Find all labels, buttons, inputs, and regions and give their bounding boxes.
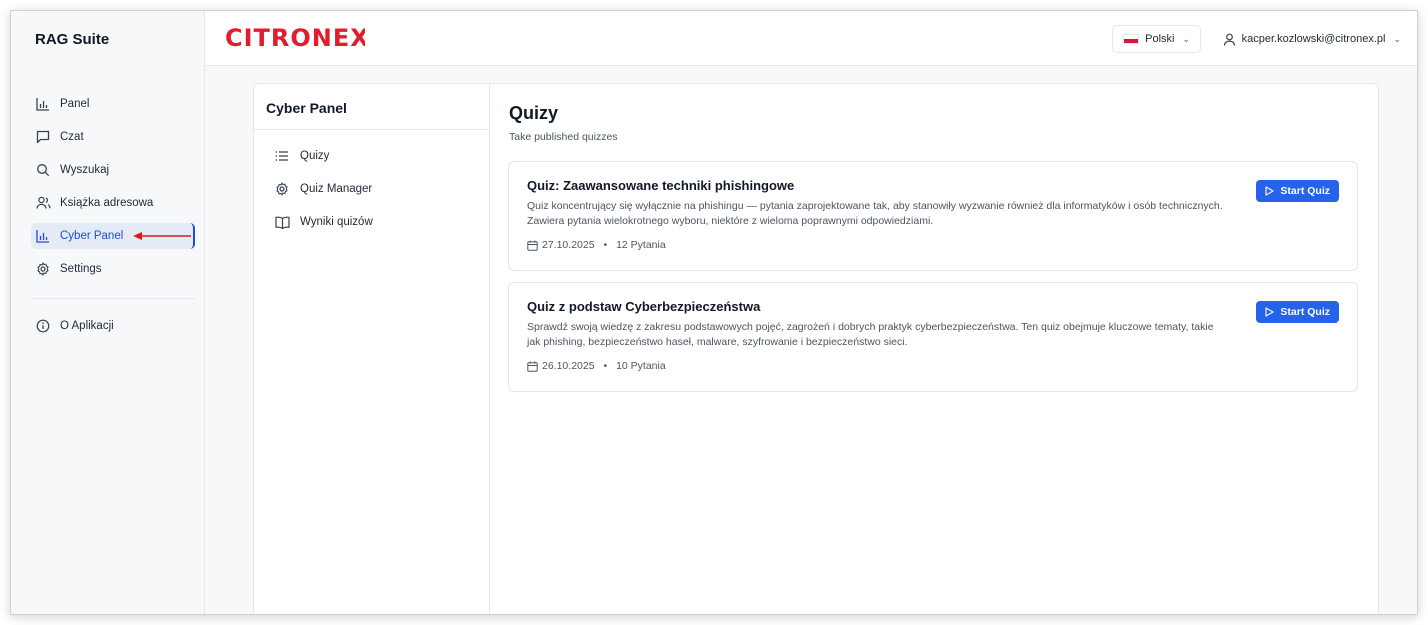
quiz-question-count: 12 Pytania bbox=[616, 239, 666, 251]
contacts-icon bbox=[35, 195, 51, 211]
meta-separator: • bbox=[603, 239, 608, 251]
sub-sidebar: Cyber Panel Quizy Quiz Manager Wyniki qu… bbox=[254, 84, 490, 614]
start-quiz-label: Start Quiz bbox=[1280, 306, 1330, 318]
quiz-meta: 26.10.2025 • 10 Pytania bbox=[527, 360, 666, 372]
sidebar-divider bbox=[31, 298, 195, 299]
quiz-date: 27.10.2025 bbox=[542, 239, 595, 251]
sub-item-label: Quizy bbox=[300, 150, 330, 162]
sub-item-wyniki-quizow[interactable]: Wyniki quizów bbox=[274, 212, 373, 232]
sidebar-item-czat[interactable]: Czat bbox=[31, 124, 195, 150]
sub-sidebar-title: Cyber Panel bbox=[266, 100, 347, 116]
quiz-meta: 27.10.2025 • 12 Pytania bbox=[527, 239, 666, 251]
sub-item-quizy[interactable]: Quizy bbox=[274, 146, 373, 166]
quiz-card: Quiz z podstaw Cyberbezpieczeństwa Spraw… bbox=[508, 282, 1358, 392]
app-name: RAG Suite bbox=[35, 31, 110, 48]
quiz-question-count: 10 Pytania bbox=[616, 360, 666, 372]
poland-flag-icon bbox=[1123, 34, 1140, 44]
language-select[interactable]: Polski ⌄ bbox=[1112, 25, 1201, 53]
calendar-icon bbox=[527, 361, 538, 372]
chat-icon bbox=[35, 129, 51, 145]
sidebar-item-ksiazka-adresowa[interactable]: Książka adresowa bbox=[31, 190, 195, 216]
sidebar: RAG Suite Panel Czat Wyszukaj Książka ad… bbox=[11, 11, 205, 614]
sidebar-item-label: Settings bbox=[60, 263, 102, 275]
sidebar-nav: Panel Czat Wyszukaj Książka adresowa Cyb… bbox=[31, 91, 195, 346]
main-panel: Quizy Take published quizzes Quiz: Zaawa… bbox=[490, 84, 1378, 614]
info-icon bbox=[35, 318, 51, 334]
annotation-arrow-icon bbox=[133, 232, 191, 240]
sidebar-item-label: Wyszukaj bbox=[60, 164, 110, 176]
brand-logo[interactable]: CITRONEX bbox=[225, 23, 365, 51]
list-icon bbox=[274, 148, 290, 164]
user-menu[interactable]: kacper.kozlowski@citronex.pl ⌄ bbox=[1223, 25, 1401, 53]
chevron-down-icon: ⌄ bbox=[1393, 33, 1401, 44]
quiz-title: Quiz: Zaawansowane techniki phishingowe bbox=[527, 178, 795, 193]
search-icon bbox=[35, 162, 51, 178]
chevron-down-icon: ⌄ bbox=[1182, 33, 1190, 44]
page-title: Quizy bbox=[509, 103, 559, 123]
sidebar-item-wyszukaj[interactable]: Wyszukaj bbox=[31, 157, 195, 183]
user-icon bbox=[1223, 33, 1236, 46]
gear-icon bbox=[274, 181, 290, 197]
sub-item-label: Quiz Manager bbox=[300, 183, 373, 195]
start-quiz-button[interactable]: Start Quiz bbox=[1256, 180, 1339, 202]
quiz-title: Quiz z podstaw Cyberbezpieczeństwa bbox=[527, 299, 761, 314]
quiz-card: Quiz: Zaawansowane techniki phishingowe … bbox=[508, 161, 1358, 271]
top-header: CITRONEX Polski ⌄ kacper.kozlowski@citro… bbox=[205, 11, 1417, 66]
calendar-icon bbox=[527, 240, 538, 251]
start-quiz-label: Start Quiz bbox=[1280, 185, 1330, 197]
user-email: kacper.kozlowski@citronex.pl bbox=[1241, 33, 1386, 45]
sidebar-item-cyber-panel[interactable]: Cyber Panel bbox=[31, 223, 195, 249]
page-subtitle: Take published quizzes bbox=[509, 131, 618, 143]
quiz-date: 26.10.2025 bbox=[542, 360, 595, 372]
app-window: RAG Suite Panel Czat Wyszukaj Książka ad… bbox=[10, 10, 1418, 615]
start-quiz-button[interactable]: Start Quiz bbox=[1256, 301, 1339, 323]
sidebar-item-label: O Aplikacji bbox=[60, 320, 114, 332]
bar-chart-icon bbox=[35, 96, 51, 112]
book-icon bbox=[274, 214, 290, 230]
play-icon bbox=[1265, 307, 1274, 317]
sub-item-quiz-manager[interactable]: Quiz Manager bbox=[274, 179, 373, 199]
meta-separator: • bbox=[603, 360, 608, 372]
quiz-description: Quiz koncentrujący się wyłącznie na phis… bbox=[527, 200, 1223, 227]
sidebar-item-o-aplikacji[interactable]: O Aplikacji bbox=[31, 313, 195, 339]
language-label: Polski bbox=[1145, 33, 1175, 45]
svg-text:CITRONEX: CITRONEX bbox=[225, 24, 365, 51]
bar-chart-icon bbox=[35, 228, 51, 244]
sidebar-item-label: Czat bbox=[60, 131, 84, 143]
play-icon bbox=[1265, 186, 1274, 196]
gear-icon bbox=[35, 261, 51, 277]
sub-sidebar-nav: Quizy Quiz Manager Wyniki quizów bbox=[274, 146, 373, 245]
sidebar-item-panel[interactable]: Panel bbox=[31, 91, 195, 117]
sidebar-item-label: Panel bbox=[60, 98, 90, 110]
sidebar-item-label: Książka adresowa bbox=[60, 197, 154, 209]
sidebar-item-settings[interactable]: Settings bbox=[31, 256, 195, 282]
sub-sidebar-divider bbox=[254, 129, 489, 130]
sidebar-item-label: Cyber Panel bbox=[60, 230, 124, 242]
content-card: Cyber Panel Quizy Quiz Manager Wyniki qu… bbox=[253, 83, 1379, 614]
quiz-description: Sprawdź swoją wiedzę z zakresu podstawow… bbox=[527, 321, 1214, 348]
sub-item-label: Wyniki quizów bbox=[300, 216, 373, 228]
